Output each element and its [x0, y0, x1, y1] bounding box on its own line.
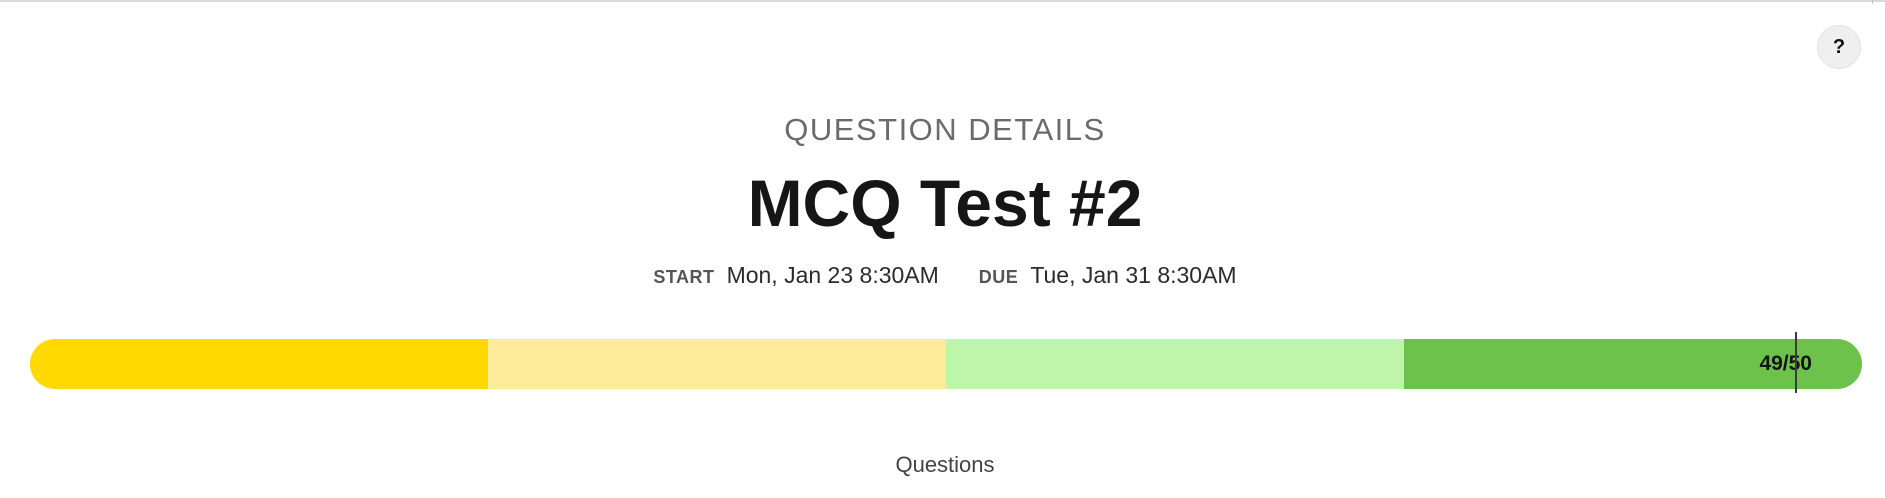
date-range: START Mon, Jan 23 8:30AM DUE Tue, Jan 31…: [0, 257, 1885, 295]
score-progress-bar: 49/50: [30, 339, 1862, 389]
section-label: QUESTION DETAILS: [784, 112, 1106, 147]
progress-segment-1: [30, 339, 488, 389]
score-marker: [1795, 332, 1798, 393]
questions-label: Questions: [895, 452, 995, 477]
start-label: START: [653, 267, 715, 287]
progress-segment-2: [488, 339, 946, 389]
start-date: Mon, Jan 23 8:30AM: [726, 262, 939, 288]
page-title: MCQ Test #2: [747, 166, 1143, 240]
help-icon: ?: [1832, 35, 1846, 58]
top-divider: [0, 0, 1885, 2]
score-text: 49/50: [1759, 352, 1812, 375]
progress-segment-3: [946, 339, 1404, 389]
progress-segment-4: 49/50: [1404, 339, 1862, 389]
help-button[interactable]: ?: [1817, 25, 1861, 69]
top-divider-tick: [1872, 0, 1873, 4]
due-date: Tue, Jan 31 8:30AM: [1030, 262, 1237, 288]
due-label: DUE: [978, 267, 1019, 287]
question-details-page: ? QUESTION DETAILS MCQ Test #2 START Mon…: [0, 0, 1885, 498]
